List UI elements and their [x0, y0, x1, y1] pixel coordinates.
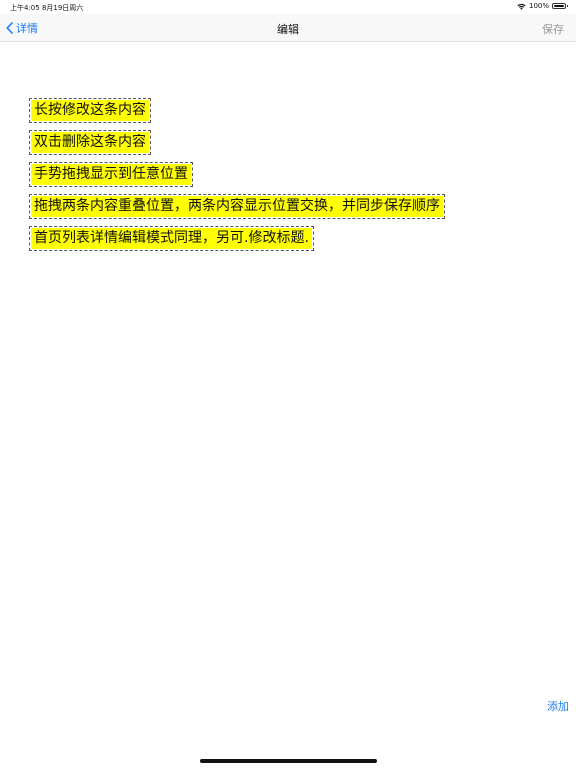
- note-list: 长按修改这条内容 双击删除这条内容 手势拖拽显示到任意位置 拖拽两条内容重叠位置…: [29, 98, 445, 260]
- battery-level-fill: [554, 5, 564, 7]
- home-indicator[interactable]: [200, 759, 377, 763]
- save-button[interactable]: 保存: [542, 21, 564, 37]
- note-item[interactable]: 长按修改这条内容: [29, 98, 151, 123]
- page-title: 编辑: [277, 23, 299, 36]
- add-button[interactable]: 添加: [547, 698, 569, 714]
- note-item[interactable]: 手势拖拽显示到任意位置: [29, 162, 193, 187]
- status-indicators: 100%: [517, 2, 568, 10]
- battery-icon: [552, 3, 568, 9]
- status-time-date: 上午4:05 8月19日周六: [10, 4, 84, 12]
- battery-percentage: 100%: [528, 2, 549, 10]
- note-item[interactable]: 拖拽两条内容重叠位置，两条内容显示位置交换，并同步保存顺序: [29, 194, 445, 219]
- note-item[interactable]: 首页列表详情编辑模式同理，另可.修改标题.: [29, 226, 314, 251]
- status-bar: 上午4:05 8月19日周六 100%: [0, 0, 576, 14]
- note-item[interactable]: 双击删除这条内容: [29, 130, 151, 155]
- wifi-icon: [517, 3, 526, 10]
- navigation-bar: 详情 编辑 保存: [0, 14, 576, 42]
